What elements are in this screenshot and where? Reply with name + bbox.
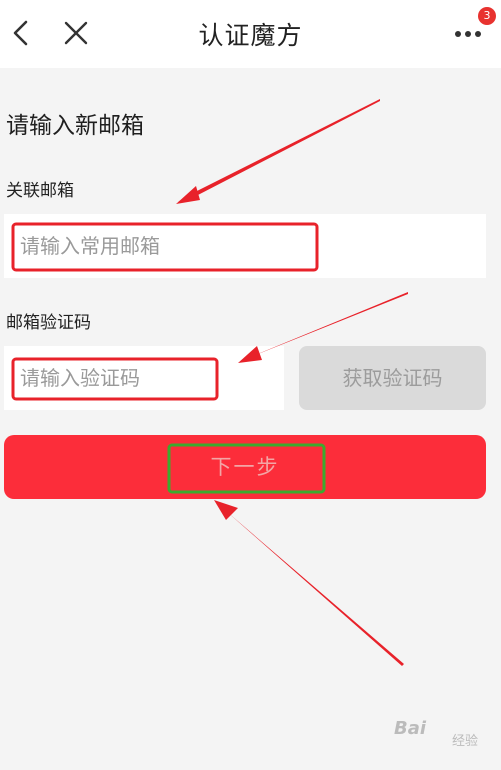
top-bar: 认证魔方 3 (0, 0, 501, 68)
get-code-button[interactable]: 获取验证码 (299, 346, 486, 410)
page-title: 认证魔方 (198, 21, 303, 50)
notification-badge: 3 (478, 7, 496, 25)
email-label: 关联邮箱 (6, 181, 74, 201)
page: 认证魔方 3 请输入新邮箱 关联邮箱 邮箱验证码 获取验证码 下一步 (0, 0, 501, 770)
verification-code-input[interactable] (4, 346, 284, 410)
arrow-to-email-icon (178, 99, 380, 202)
next-step-button[interactable]: 下一步 (4, 435, 486, 499)
watermark-text: 经验 (452, 734, 479, 749)
section-heading: 请输入新邮箱 (6, 113, 144, 139)
watermark-logo: Bai (394, 718, 427, 739)
email-input[interactable] (4, 214, 486, 278)
code-label: 邮箱验证码 (6, 313, 91, 333)
arrow-to-next-icon (226, 511, 404, 666)
